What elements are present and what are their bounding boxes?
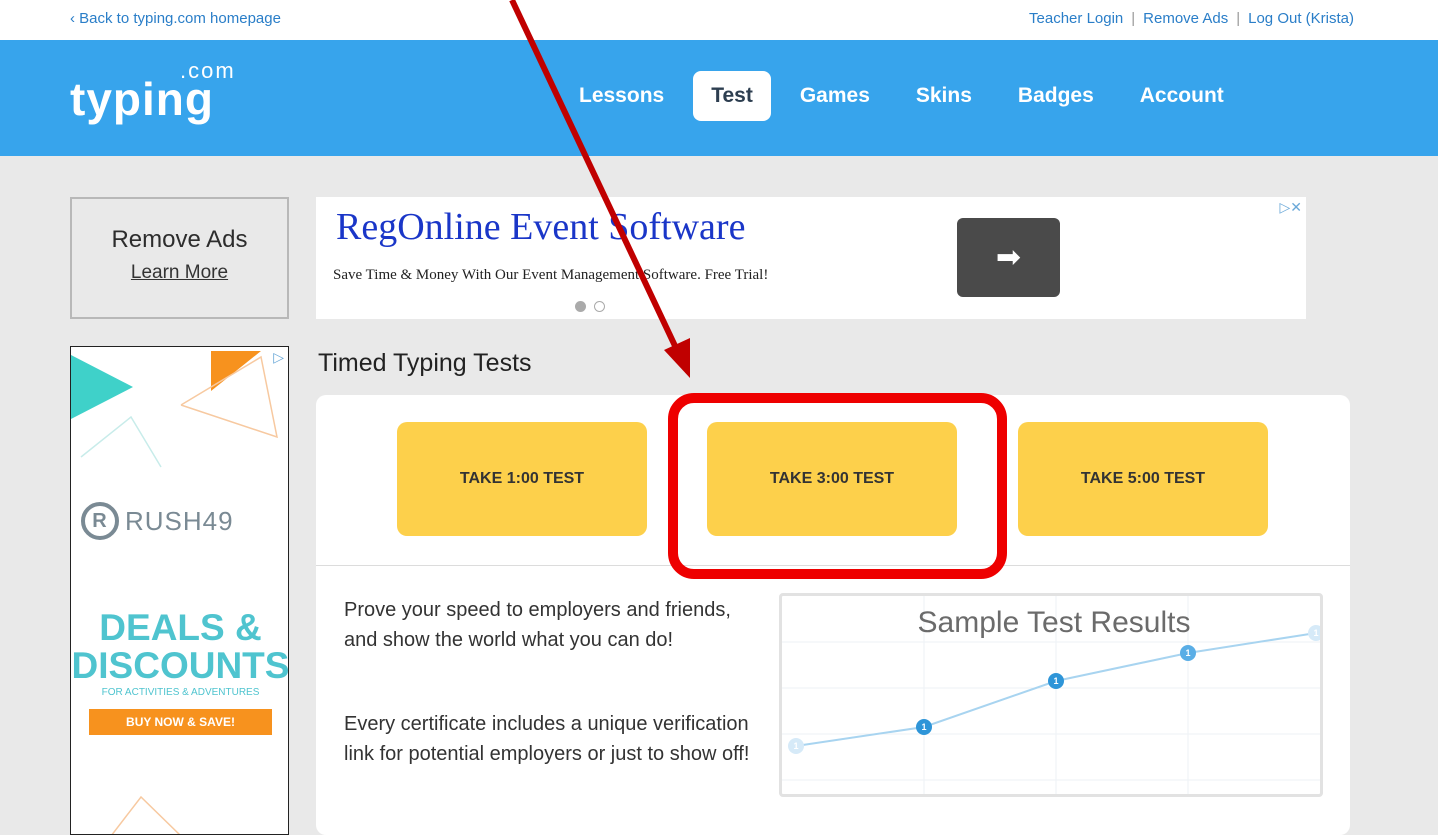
teacher-login-link[interactable]: Teacher Login bbox=[1029, 10, 1123, 27]
banner-ad-title[interactable]: RegOnline Event Software bbox=[336, 205, 745, 249]
description-paragraph-2: Every certificate includes a unique veri… bbox=[344, 713, 750, 765]
banner-advertisement[interactable]: RegOnline Event Software Save Time & Mon… bbox=[316, 197, 1306, 319]
link-separator: | bbox=[1131, 10, 1136, 27]
nav-badges[interactable]: Badges bbox=[1001, 71, 1111, 121]
deals-line1: DEALS & bbox=[99, 607, 262, 648]
sample-point-label: 1 bbox=[921, 722, 926, 732]
remove-ads-title: Remove Ads bbox=[111, 226, 248, 253]
highlight-annotation-box bbox=[668, 393, 1007, 579]
typing-logo[interactable]: typing .com bbox=[70, 58, 234, 126]
remove-ads-link[interactable]: Remove Ads bbox=[1143, 10, 1228, 27]
side-advertisement[interactable]: ▷ R RUSH49 DEALS & DISCOUNTS FOR ACTIVIT… bbox=[70, 346, 289, 835]
take-1-min-test-button[interactable]: TAKE 1:00 TEST bbox=[397, 422, 647, 536]
page-title: Timed Typing Tests bbox=[318, 349, 532, 377]
sample-point-label: 1 bbox=[1313, 628, 1318, 638]
banner-arrow-button[interactable]: ➡ bbox=[957, 218, 1060, 297]
take-5-min-test-button[interactable]: TAKE 5:00 TEST bbox=[1018, 422, 1268, 536]
logo-suffix: .com bbox=[180, 58, 236, 83]
nav-test[interactable]: Test bbox=[693, 71, 771, 121]
carousel-dot-active[interactable] bbox=[575, 301, 586, 312]
remove-ads-box: Remove Ads Learn More bbox=[70, 197, 289, 319]
logout-link[interactable]: Log Out (Krista) bbox=[1248, 10, 1354, 27]
sample-results-points: 1 1 1 1 1 bbox=[788, 625, 1320, 754]
main-nav: Lessons Test Games Skins Badges Account bbox=[562, 71, 1253, 121]
back-to-homepage-link[interactable]: ‹ Back to typing.com homepage bbox=[70, 10, 281, 27]
nav-skins[interactable]: Skins bbox=[899, 71, 989, 121]
main-header: typing .com Lessons Test Games Skins Bad… bbox=[0, 40, 1438, 156]
sample-point-label: 1 bbox=[1053, 676, 1058, 686]
adchoices-close-icon[interactable]: ▷✕ bbox=[1280, 199, 1303, 216]
top-utility-bar: ‹ Back to typing.com homepage Teacher Lo… bbox=[0, 0, 1438, 40]
banner-ad-subtitle: Save Time & Money With Our Event Managem… bbox=[333, 267, 769, 283]
nav-account[interactable]: Account bbox=[1123, 71, 1241, 121]
buy-now-button[interactable]: BUY NOW & SAVE! bbox=[89, 709, 272, 735]
deals-headline: DEALS & DISCOUNTS bbox=[71, 607, 289, 686]
sample-test-results: Sample Test Results 1 1 1 1 1 bbox=[779, 593, 1323, 797]
sample-point-label: 1 bbox=[793, 741, 798, 751]
deals-line2: DISCOUNTS bbox=[71, 645, 289, 686]
carousel-dot[interactable] bbox=[594, 301, 605, 312]
link-separator: | bbox=[1236, 10, 1241, 27]
account-links: Teacher Login | Remove Ads | Log Out (Kr… bbox=[1029, 10, 1354, 27]
rush49-emblem-icon: R bbox=[81, 502, 119, 540]
description-paragraph-1: Prove your speed to employers and friend… bbox=[344, 599, 731, 651]
rush49-logo: R RUSH49 bbox=[81, 502, 234, 540]
nav-games[interactable]: Games bbox=[783, 71, 887, 121]
arrow-right-icon: ➡ bbox=[995, 241, 1022, 274]
nav-lessons[interactable]: Lessons bbox=[562, 71, 681, 121]
rush49-brand: RUSH49 bbox=[125, 505, 234, 536]
deals-subline: FOR ACTIVITIES & ADVENTURES bbox=[101, 687, 260, 698]
learn-more-link[interactable]: Learn More bbox=[131, 262, 228, 284]
ad-decoration bbox=[71, 351, 278, 834]
banner-carousel-dots bbox=[575, 301, 605, 312]
sample-point-label: 1 bbox=[1185, 648, 1190, 658]
adchoices-icon[interactable]: ▷ bbox=[273, 349, 284, 366]
